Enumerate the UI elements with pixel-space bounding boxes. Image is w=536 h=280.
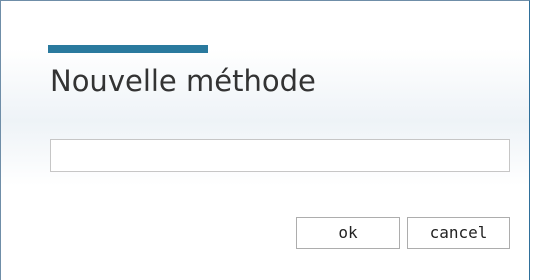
new-method-dialog: Nouvelle méthode ok cancel — [0, 0, 530, 280]
cancel-button[interactable]: cancel — [407, 217, 510, 249]
method-name-input[interactable] — [50, 139, 510, 172]
dialog-title: Nouvelle méthode — [50, 64, 316, 98]
ok-button[interactable]: ok — [296, 217, 400, 249]
title-accent-bar — [48, 45, 208, 53]
